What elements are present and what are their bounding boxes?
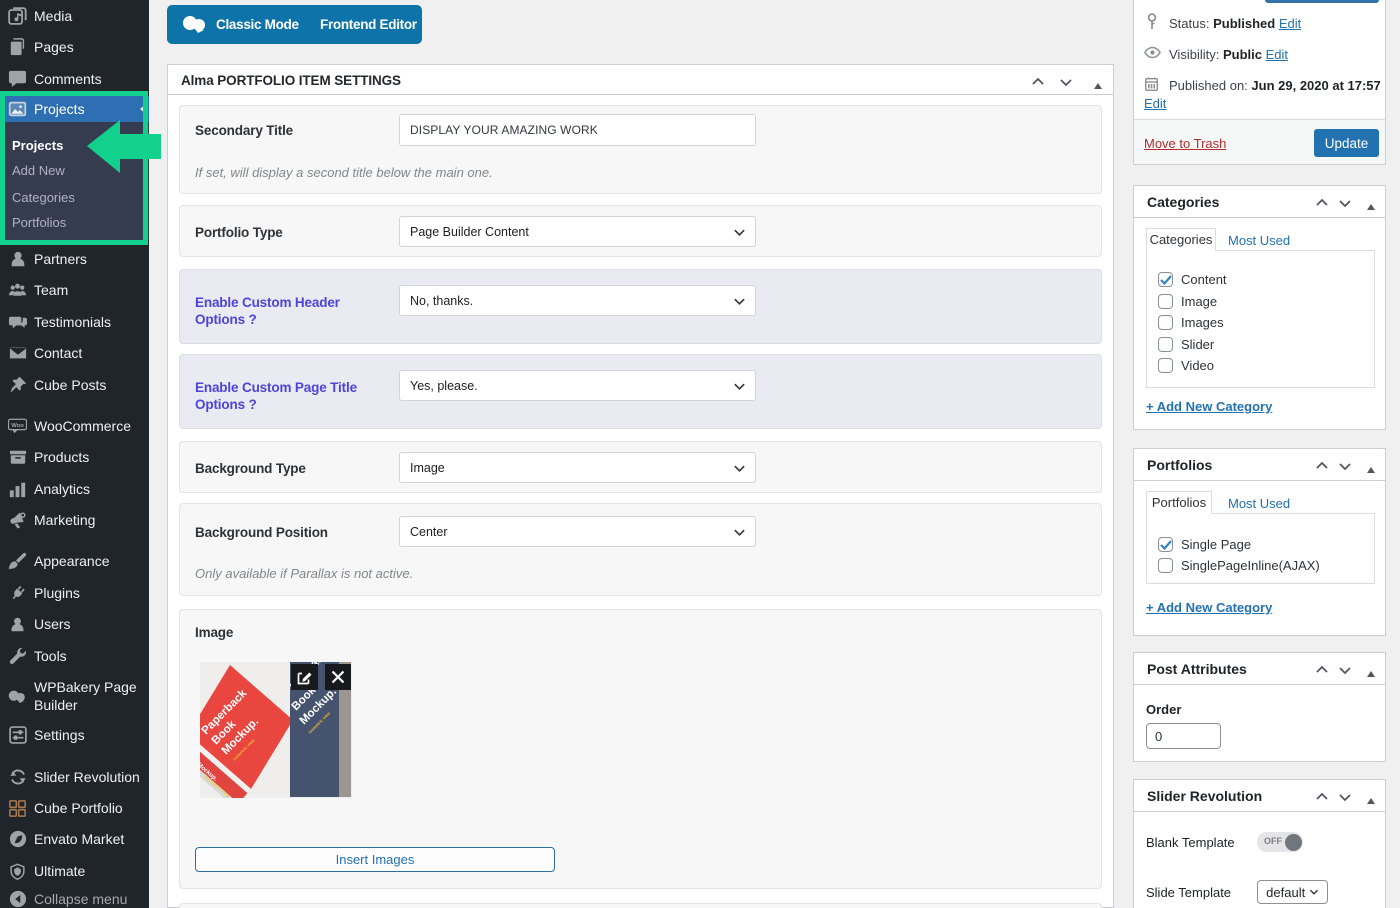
- svg-text:Woo: Woo: [11, 423, 24, 429]
